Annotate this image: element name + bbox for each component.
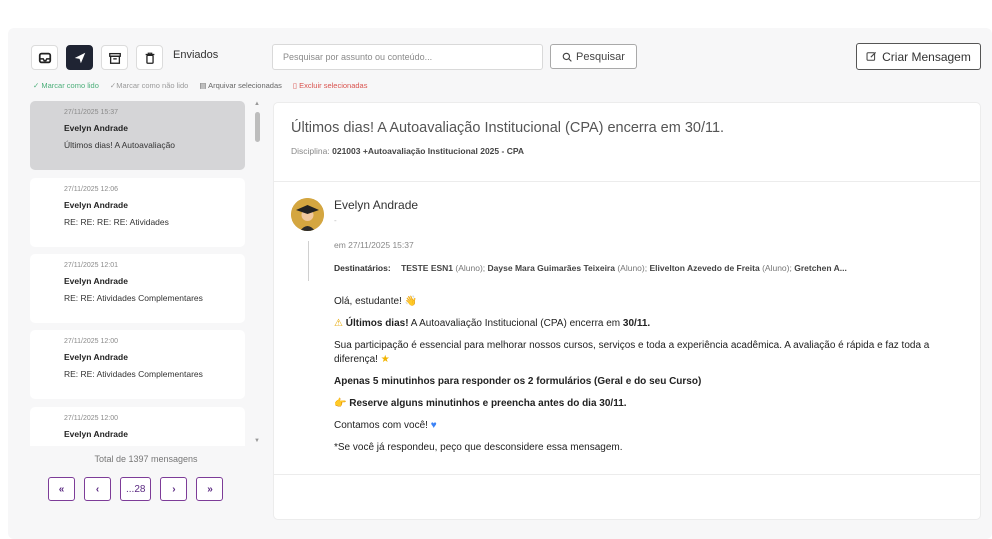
divider <box>274 181 980 182</box>
alert-bold: Últimos dias! <box>345 318 409 329</box>
recipient-name: Elivelton Azevedo de Freita <box>649 263 760 273</box>
search-button-label: Pesquisar <box>576 50 625 63</box>
scroll-up-arrow[interactable]: ▲ <box>254 101 260 107</box>
archive-button[interactable] <box>101 45 128 70</box>
body-paragraph: Reserve alguns minutinhos e preencha ant… <box>349 398 627 409</box>
graduate-avatar-icon <box>291 198 324 231</box>
discipline-line: Disciplina: 021003 +Autoavaliação Instit… <box>291 146 524 156</box>
page-number-button[interactable]: ...28 <box>120 477 152 501</box>
last-page-button[interactable]: » <box>196 477 224 501</box>
trash-icon <box>145 52 154 64</box>
message-body: Olá, estudante! 👋 ⚠ Últimos dias! A Auto… <box>334 295 959 463</box>
body-paragraph: Contamos com você! <box>334 420 428 431</box>
message-sender: Evelyn Andrade <box>64 200 128 210</box>
discipline-value: 021003 +Autoavaliação Institucional 2025… <box>332 146 525 156</box>
thread-line <box>308 241 309 281</box>
alert-text: A Autoavaliação Institucional (CPA) ence… <box>408 318 623 329</box>
recipient-name: Gretchen A... <box>794 263 847 273</box>
message-subject: RE: RE: Atividades Complementares <box>64 369 203 379</box>
alert-date: 30/11. <box>622 318 651 329</box>
message-sender: Evelyn Andrade <box>64 429 128 439</box>
first-page-button[interactable]: « <box>48 477 75 501</box>
recipients-line: Destinatários: TESTE ESN1 (Aluno); Dayse… <box>334 263 964 273</box>
message-subject: RE: RE: Atividades Complementares <box>64 293 203 303</box>
search-input[interactable] <box>272 44 543 70</box>
next-page-button[interactable]: › <box>160 477 188 501</box>
mark-read-label: Marcar como lido <box>41 81 99 90</box>
pagination: « ‹ ...28 › » <box>48 477 224 501</box>
message-sender: Evelyn Andrade <box>64 352 128 362</box>
message-date: 27/11/2025 12:06 <box>64 186 118 193</box>
recipient-role: (Aluno); <box>455 263 486 273</box>
message-sender-name: Evelyn Andrade <box>334 198 419 212</box>
body-paragraph: *Se você já respondeu, peço que desconsi… <box>334 442 623 453</box>
list-scrollbar-thumb[interactable] <box>255 112 260 142</box>
message-datetime: em 27/11/2025 15:37 <box>334 240 414 250</box>
current-folder-label: Enviados <box>173 49 219 61</box>
create-message-label: Criar Mensagem <box>882 49 971 64</box>
divider <box>274 474 980 475</box>
prev-page-button[interactable]: ‹ <box>84 477 111 501</box>
avatar <box>291 198 324 231</box>
compose-icon <box>866 51 877 61</box>
blue-heart-icon: ♥ <box>430 420 437 431</box>
recipient-role: (Aluno); <box>617 263 648 273</box>
message-subject: RE: RE: RE: RE: Atividades <box>64 217 169 227</box>
search-button[interactable]: Pesquisar <box>550 44 637 69</box>
message-date: 27/11/2025 12:00 <box>64 338 118 345</box>
archive-selected-action[interactable]: ▤ Arquivar selecionadas <box>199 81 282 90</box>
list-item[interactable]: 27/11/2025 12:01 Evelyn Andrade RE: RE: … <box>30 254 245 323</box>
scroll-down-arrow[interactable]: ▼ <box>254 438 260 444</box>
star-icon: ★ <box>380 354 390 365</box>
warning-icon: ⚠ <box>334 318 343 329</box>
message-list: 27/11/2025 15:37 Evelyn Andrade Últimos … <box>30 101 245 446</box>
recipient-role: (Aluno); <box>762 263 792 273</box>
discipline-label: Disciplina: <box>291 146 330 156</box>
message-detail: Últimos dias! A Autoavaliação Institucio… <box>273 102 981 520</box>
inbox-button[interactable] <box>31 45 58 70</box>
pointing-hand-icon: 👉 <box>334 398 347 409</box>
send-icon <box>74 52 85 63</box>
inbox-icon <box>38 52 51 63</box>
archive-icon <box>108 52 121 64</box>
bulk-actions: ✓ Marcar como lido ✓Marcar como não lido… <box>33 81 367 90</box>
mark-read-action[interactable]: ✓ Marcar como lido <box>33 81 99 90</box>
list-item[interactable]: 27/11/2025 12:00 Evelyn Andrade <box>30 407 245 446</box>
message-subject: Últimos dias! A Autoavaliação <box>64 140 176 150</box>
trash-button[interactable] <box>136 45 163 70</box>
delete-selected-action[interactable]: ▯ Excluir selecionadas <box>293 81 368 90</box>
delete-selected-label: Excluir selecionadas <box>299 81 368 90</box>
mark-unread-label: Marcar como não lido <box>116 81 189 90</box>
recipient-name: TESTE ESN1 <box>401 263 454 273</box>
message-sender: Evelyn Andrade <box>64 123 128 133</box>
list-item[interactable]: 27/11/2025 12:00 Evelyn Andrade RE: RE: … <box>30 330 245 399</box>
wave-emoji-icon: 👋 <box>404 296 418 307</box>
archive-selected-label: Arquivar selecionadas <box>208 81 282 90</box>
message-title: Últimos dias! A Autoavaliação Institucio… <box>291 120 725 136</box>
body-paragraph: Sua participação é essencial para melhor… <box>334 340 930 365</box>
sender-subtitle: - <box>334 216 337 225</box>
mark-unread-action[interactable]: ✓Marcar como não lido <box>110 81 188 90</box>
recipients-label: Destinatários: <box>334 263 391 273</box>
create-message-button[interactable]: Criar Mensagem <box>856 43 981 70</box>
message-date: 27/11/2025 12:01 <box>64 262 118 269</box>
list-item[interactable]: 27/11/2025 12:06 Evelyn Andrade RE: RE: … <box>30 178 245 247</box>
body-paragraph: Apenas 5 minutinhos para responder os 2 … <box>334 376 702 387</box>
message-date: 27/11/2025 15:37 <box>64 109 118 116</box>
search-icon <box>562 52 572 62</box>
message-sender: Evelyn Andrade <box>64 276 128 286</box>
total-messages: Total de 1397 mensagens <box>94 454 198 464</box>
list-item[interactable]: 27/11/2025 15:37 Evelyn Andrade Últimos … <box>30 101 245 170</box>
sent-button[interactable] <box>66 45 93 70</box>
greeting: Olá, estudante! <box>334 296 402 307</box>
recipient-name: Dayse Mara Guimarães Teixeira <box>487 263 615 273</box>
message-date: 27/11/2025 12:00 <box>64 415 118 422</box>
